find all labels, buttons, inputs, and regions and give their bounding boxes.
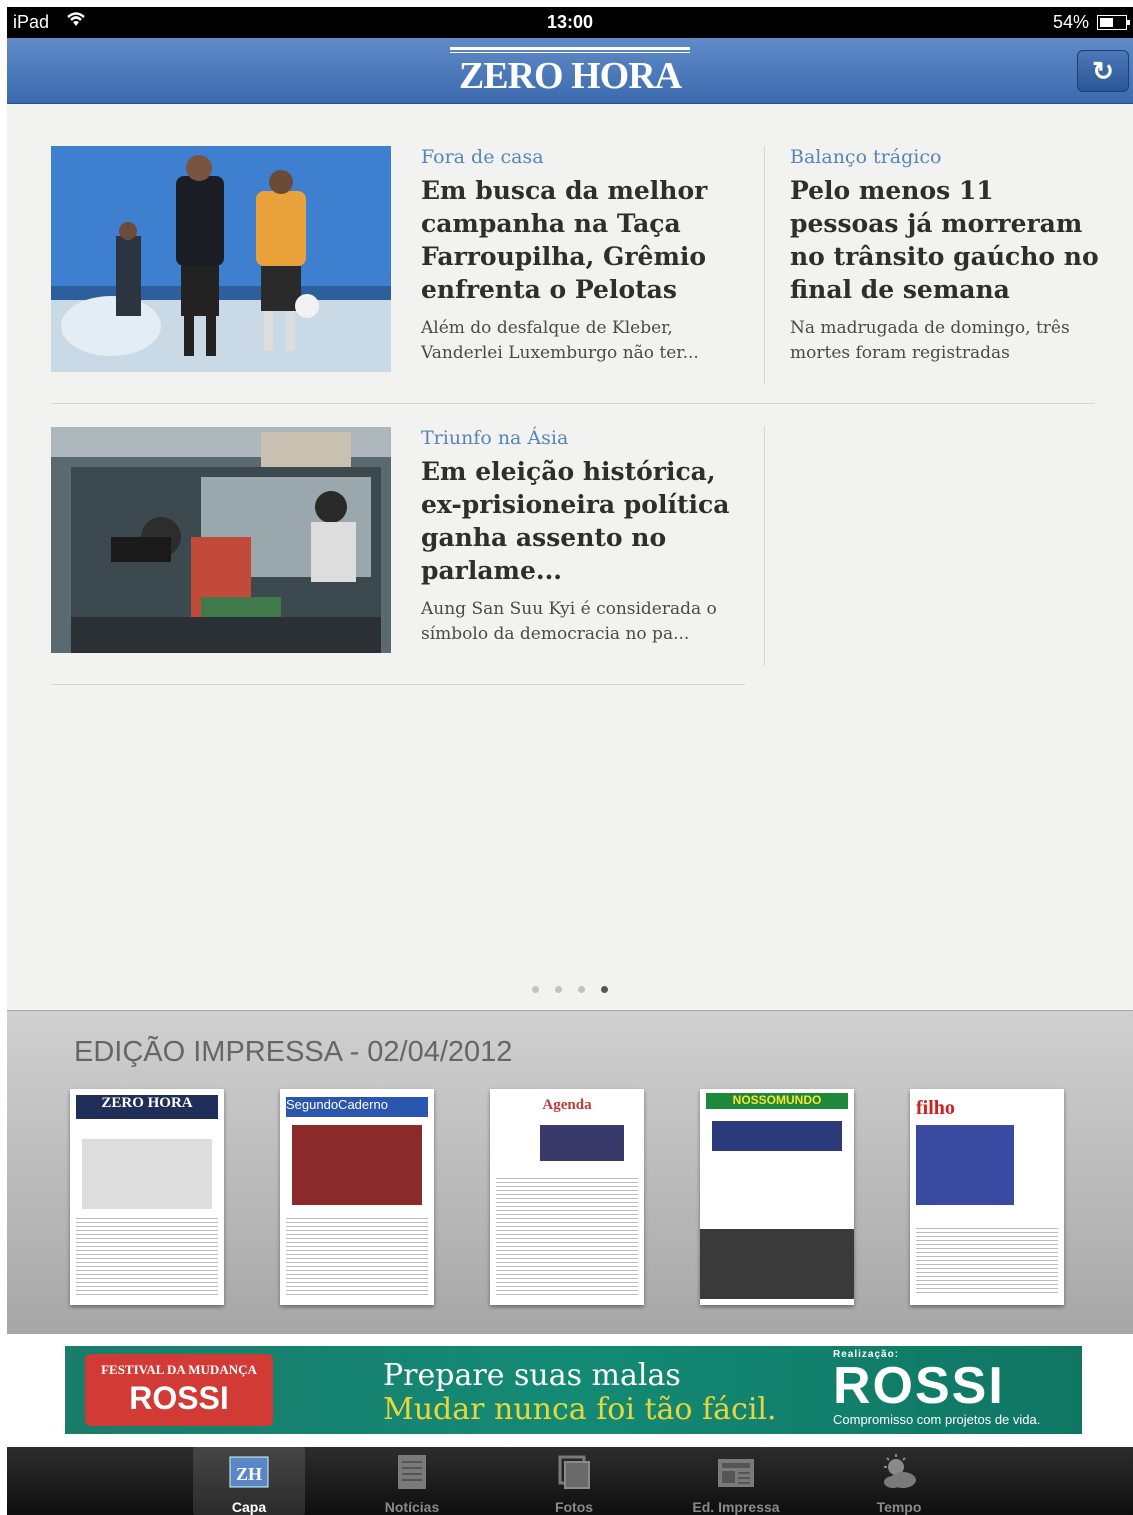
tab-fotos[interactable]: Fotos bbox=[518, 1447, 630, 1515]
zh-logo-icon: ZH bbox=[229, 1453, 269, 1491]
print-page-label: Agenda bbox=[542, 1097, 592, 1113]
story-kicker: Balanço trágico bbox=[790, 146, 942, 168]
ad-headline: Prepare suas malas bbox=[383, 1358, 681, 1393]
news-icon bbox=[392, 1453, 432, 1491]
tab-bar: ZH Capa Notícias Fotos Ed. Impressa Temp… bbox=[7, 1447, 1133, 1515]
story-headline[interactable]: Em eleição histórica, ex-prisioneira pol… bbox=[421, 455, 741, 587]
refresh-icon: ↻ bbox=[1092, 56, 1114, 86]
navbar: ZERO HORA ↻ bbox=[7, 38, 1133, 104]
print-edition-panel: EDIÇÃO IMPRESSA - 02/04/2012 ZERO HORA S… bbox=[7, 1010, 1133, 1334]
print-page-thumbnail[interactable]: SegundoCaderno bbox=[280, 1089, 434, 1305]
print-page-thumbnail[interactable]: NOSSOMUNDO bbox=[700, 1089, 854, 1305]
newspaper-icon bbox=[716, 1453, 756, 1491]
print-page-label: SegundoCaderno bbox=[286, 1097, 428, 1117]
ad-subline: Mudar nunca foi tão fácil. bbox=[383, 1392, 777, 1427]
column-divider bbox=[764, 146, 765, 384]
story-summary: Aung San Suu Kyi é considerada o símbolo… bbox=[421, 599, 717, 644]
photos-icon bbox=[554, 1453, 594, 1491]
story-summary: Além do desfalque de Kleber, Vanderlei L… bbox=[421, 318, 699, 363]
print-page-label: NOSSOMUNDO bbox=[706, 1093, 848, 1109]
story-headline[interactable]: Pelo menos 11 pessoas já morreram no trâ… bbox=[790, 174, 1100, 306]
zero-hora-logo: ZERO HORA bbox=[7, 47, 1133, 96]
tab-label: Notícias bbox=[384, 1499, 440, 1515]
svg-text:ZH: ZH bbox=[236, 1464, 262, 1484]
page-dot bbox=[578, 986, 585, 993]
story-kicker: Triunfo na Ásia bbox=[421, 427, 569, 449]
rossi-ad-banner[interactable]: FESTIVAL DA MUDANÇA ROSSI Prepare suas m… bbox=[65, 1346, 1082, 1434]
page-indicator[interactable] bbox=[532, 980, 624, 998]
print-page-thumbnail[interactable]: ZERO HORA bbox=[70, 1089, 224, 1305]
status-bar: iPad 13:00 54% bbox=[7, 7, 1133, 38]
tab-noticias[interactable]: Notícias bbox=[356, 1447, 468, 1515]
story-photo bbox=[51, 427, 391, 653]
battery-percent: 54% bbox=[1052, 12, 1089, 32]
print-page-thumbnail[interactable]: filho bbox=[910, 1089, 1064, 1305]
page-dot-active bbox=[601, 986, 608, 993]
festival-badge: FESTIVAL DA MUDANÇA ROSSI bbox=[85, 1354, 273, 1426]
print-edition-title: EDIÇÃO IMPRESSA - 02/04/2012 bbox=[74, 1036, 513, 1068]
clock: 13:00 bbox=[546, 12, 594, 32]
page-dot bbox=[555, 986, 562, 993]
story-kicker: Fora de casa bbox=[421, 146, 544, 168]
rossi-logo: ROSSI bbox=[833, 1357, 1005, 1415]
tab-tempo[interactable]: Tempo bbox=[843, 1447, 955, 1515]
front-page: Fora de casa Em busca da melhor campanha… bbox=[7, 104, 1133, 1010]
story-photo bbox=[51, 146, 391, 372]
refresh-button[interactable]: ↻ bbox=[1077, 50, 1129, 92]
tab-ed-impressa[interactable]: Ed. Impressa bbox=[680, 1447, 792, 1515]
tab-label: Tempo bbox=[876, 1499, 922, 1515]
weather-icon bbox=[879, 1453, 919, 1491]
tab-label: Fotos bbox=[554, 1499, 594, 1515]
tab-label: Capa bbox=[231, 1499, 267, 1515]
battery-icon bbox=[1097, 15, 1130, 30]
column-divider bbox=[764, 426, 765, 666]
tab-capa[interactable]: ZH Capa bbox=[193, 1447, 305, 1515]
row-divider bbox=[51, 403, 1095, 404]
row-divider bbox=[51, 684, 745, 685]
story-headline[interactable]: Em busca da melhor campanha na Taça Farr… bbox=[421, 174, 741, 306]
print-page-label: ZERO HORA bbox=[76, 1095, 218, 1119]
print-page-label: filho bbox=[916, 1097, 955, 1119]
print-page-thumbnail[interactable]: Agenda bbox=[490, 1089, 644, 1305]
story-summary: Na madrugada de domingo, três mortes for… bbox=[790, 318, 1070, 363]
page-dot bbox=[532, 986, 539, 993]
tab-label: Ed. Impressa bbox=[692, 1499, 780, 1515]
ad-slogan: Compromisso com projetos de vida. bbox=[833, 1412, 1041, 1427]
